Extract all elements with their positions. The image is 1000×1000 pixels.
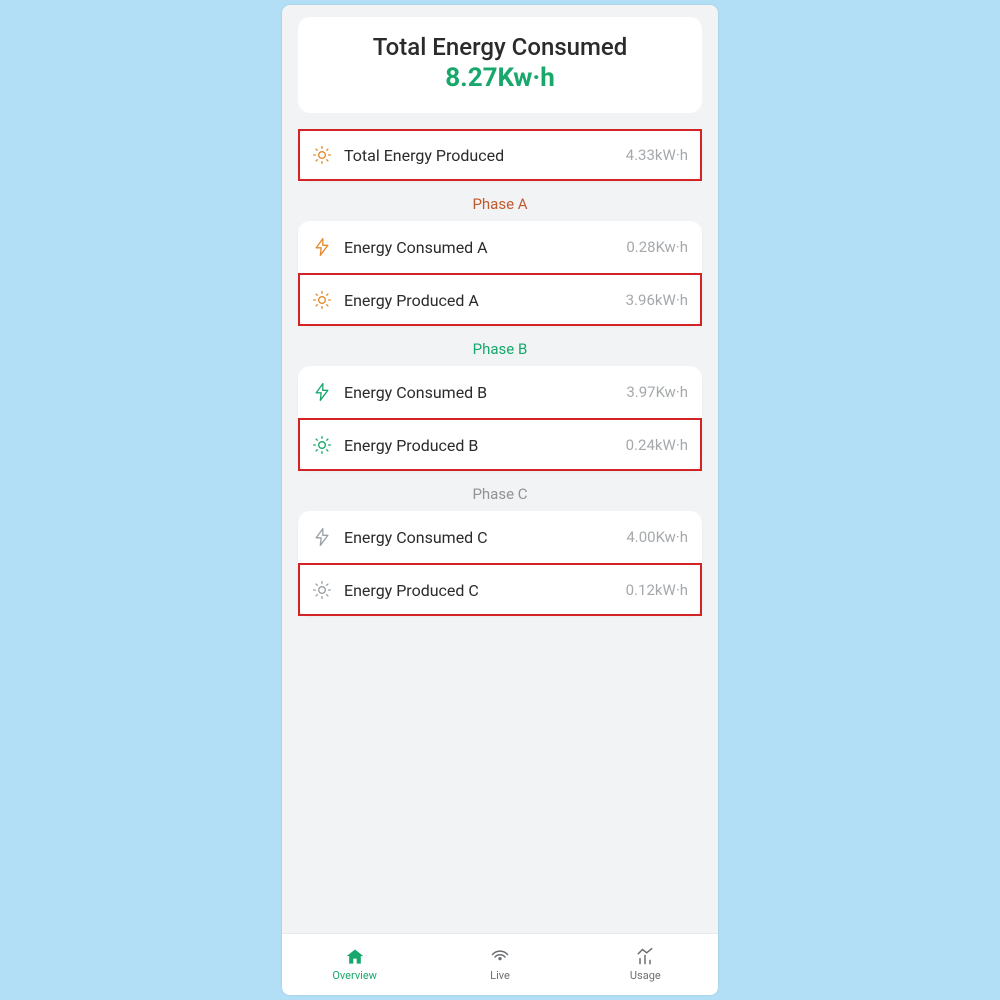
phase-b-consumed-row[interactable]: Energy Consumed B 3.97Kw·h <box>298 366 702 418</box>
total-produced-row[interactable]: Total Energy Produced 4.33kW·h <box>298 129 702 181</box>
phase-c-card: Energy Consumed C 4.00Kw·h Ener <box>298 511 702 616</box>
phase-b-card: Energy Consumed B 3.97Kw·h Ener <box>298 366 702 471</box>
scroll-area[interactable]: Total Energy Consumed 8.27Kw·h <box>282 5 718 933</box>
phase-c-produced-row[interactable]: Energy Produced C 0.12kW·h <box>298 563 702 616</box>
nav-overview[interactable]: Overview <box>282 934 427 995</box>
live-icon <box>490 947 510 967</box>
phase-c-consumed-value: 4.00Kw·h <box>626 528 688 546</box>
sun-icon <box>312 290 332 310</box>
total-consumed-card: Total Energy Consumed 8.27Kw·h <box>298 17 702 113</box>
phase-a-produced-row[interactable]: Energy Produced A 3.96kW·h <box>298 273 702 326</box>
nav-live[interactable]: Live <box>427 934 572 995</box>
phase-c-produced-value: 0.12kW·h <box>626 581 688 599</box>
nav-usage-label: Usage <box>630 969 661 982</box>
sun-icon <box>312 435 332 455</box>
total-produced-value: 4.33kW·h <box>626 146 688 164</box>
home-icon <box>345 947 365 967</box>
phase-a-produced-value: 3.96kW·h <box>626 291 688 309</box>
phase-b-produced-value: 0.24kW·h <box>626 436 688 454</box>
usage-icon <box>635 947 655 967</box>
sun-icon <box>312 580 332 600</box>
bolt-icon <box>312 382 332 402</box>
total-consumed-title: Total Energy Consumed <box>308 33 692 61</box>
phase-b-consumed-label: Energy Consumed B <box>344 383 614 402</box>
phase-b-consumed-value: 3.97Kw·h <box>626 383 688 401</box>
phase-c-title: Phase C <box>298 485 702 503</box>
nav-usage[interactable]: Usage <box>573 934 718 995</box>
total-produced-label: Total Energy Produced <box>344 146 614 165</box>
phase-a-consumed-label: Energy Consumed A <box>344 238 614 257</box>
bottom-nav: Overview Live Usage <box>282 933 718 995</box>
bolt-icon <box>312 237 332 257</box>
phase-a-title: Phase A <box>298 195 702 213</box>
phase-c-produced-label: Energy Produced C <box>344 581 614 600</box>
app-screen: Total Energy Consumed 8.27Kw·h <box>282 5 718 995</box>
phase-a-card: Energy Consumed A 0.28Kw·h Ener <box>298 221 702 326</box>
phase-a-consumed-value: 0.28Kw·h <box>626 238 688 256</box>
total-consumed-value: 8.27Kw·h <box>308 63 692 93</box>
total-produced-card: Total Energy Produced 4.33kW·h <box>298 129 702 181</box>
phase-c-consumed-row[interactable]: Energy Consumed C 4.00Kw·h <box>298 511 702 563</box>
sun-icon <box>312 145 332 165</box>
phase-a-produced-label: Energy Produced A <box>344 291 614 310</box>
nav-overview-label: Overview <box>332 969 377 982</box>
bolt-icon <box>312 527 332 547</box>
nav-live-label: Live <box>490 969 510 982</box>
phase-b-produced-row[interactable]: Energy Produced B 0.24kW·h <box>298 418 702 471</box>
phase-a-consumed-row[interactable]: Energy Consumed A 0.28Kw·h <box>298 221 702 273</box>
phase-b-produced-label: Energy Produced B <box>344 436 614 455</box>
phase-b-title: Phase B <box>298 340 702 358</box>
phase-c-consumed-label: Energy Consumed C <box>344 528 614 547</box>
